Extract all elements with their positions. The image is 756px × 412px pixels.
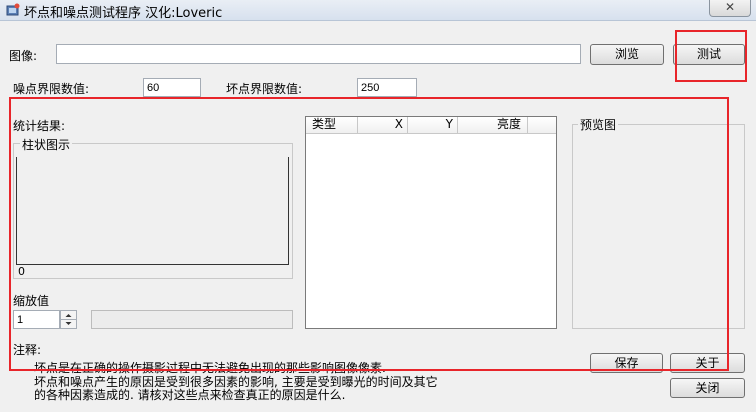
image-path-input[interactable] [56, 44, 581, 64]
noise-threshold-input[interactable] [143, 78, 201, 97]
highlight-box-test [675, 30, 747, 82]
window-close-button[interactable]: ✕ [709, 0, 751, 17]
image-label: 图像: [9, 49, 38, 63]
close-button[interactable]: 关闭 [670, 378, 745, 398]
browse-button[interactable]: 浏览 [590, 44, 664, 65]
dead-threshold-label: 坏点界限数值: [226, 82, 303, 96]
dead-threshold-input[interactable] [357, 78, 417, 97]
notes-line-3: 的各种因素造成的. 请核对这些点来检查真正的原因是什么. [34, 388, 346, 402]
app-icon [6, 3, 20, 16]
noise-threshold-label: 噪点界限数值: [13, 82, 90, 96]
window-title: 坏点和噪点测试程序 汉化:Loveric [24, 6, 223, 21]
highlight-box-main [9, 97, 729, 371]
